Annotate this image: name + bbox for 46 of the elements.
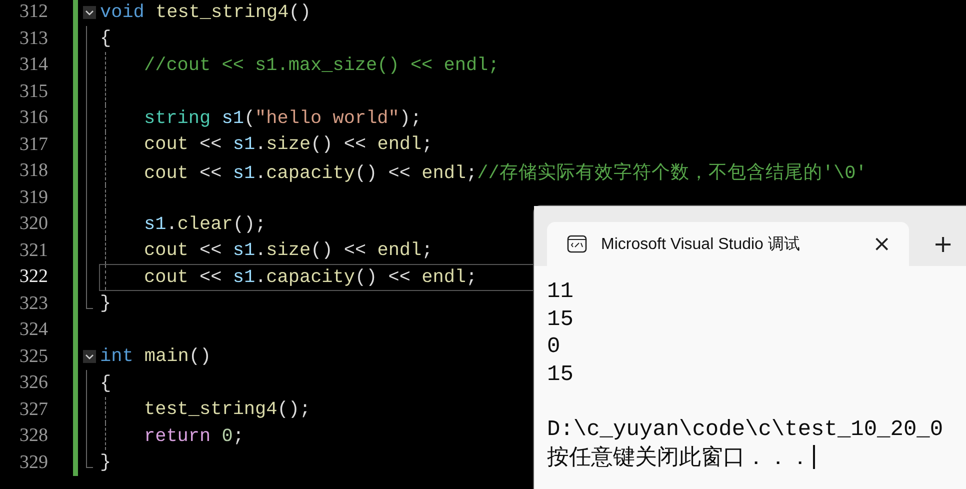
new-tab-button[interactable]: + (923, 222, 964, 266)
collapse-icon[interactable] (82, 350, 96, 364)
code-line: { (100, 372, 112, 394)
line-number: 316 (18, 107, 48, 130)
code-line: s1.clear(); (144, 214, 266, 235)
console-output-line: D:\c_yuyan\code\c\test_10_20_0 (547, 417, 944, 442)
code-line: cout << s1.capacity() << endl; (144, 266, 478, 288)
line-number: 329 (18, 452, 48, 474)
console-output-line: 11 (547, 279, 574, 304)
line-number: 312 (18, 1, 48, 24)
console-output-line: 0 (547, 334, 560, 360)
code-line: cout << s1.size() << endl; (144, 134, 433, 156)
line-number: 314 (18, 54, 48, 76)
console-output-line: 15 (547, 306, 574, 332)
code-line: string s1("hello world"); (144, 108, 422, 129)
console-output-line: 15 (547, 362, 574, 388)
line-number: 313 (18, 28, 48, 50)
line-number: 328 (18, 425, 48, 448)
line-number: 322 (18, 266, 48, 288)
line-number: 323 (18, 292, 48, 315)
code-line: void test_string4() (100, 2, 311, 23)
line-number: 326 (18, 372, 48, 394)
code-line: //cout << s1.max_size() << endl; (144, 54, 500, 76)
line-number: 320 (18, 213, 48, 236)
code-line: { (100, 28, 112, 50)
close-button[interactable]: × (864, 232, 899, 256)
line-number: 325 (18, 346, 48, 368)
tab-title: Microsoft Visual Studio 调试 (601, 234, 800, 254)
code-line: } (100, 293, 112, 314)
code-line: } (100, 452, 112, 474)
line-number: 324 (18, 319, 48, 342)
line-number: 318 (18, 160, 48, 182)
terminal-icon (567, 235, 587, 253)
code-line: int main() (100, 346, 212, 368)
code-line: cout << s1.capacity() << endl;//存储实际有效字符个数，不包含结尾的'\0' (144, 161, 867, 184)
code-line: cout << s1.size() << endl; (144, 240, 433, 262)
line-number: 327 (18, 398, 48, 421)
line-number: 319 (18, 186, 48, 209)
console-output-line: 按任意键关闭此窗口．．． (547, 444, 811, 472)
line-number: 317 (18, 134, 48, 156)
line-number: 321 (18, 240, 48, 262)
code-line: return 0; (144, 426, 244, 447)
collapse-icon[interactable] (82, 6, 96, 19)
line-number: 315 (18, 80, 48, 103)
code-line: test_string4(); (144, 399, 311, 420)
console-tab[interactable]: Microsoft Visual Studio 调试 × (547, 222, 909, 266)
